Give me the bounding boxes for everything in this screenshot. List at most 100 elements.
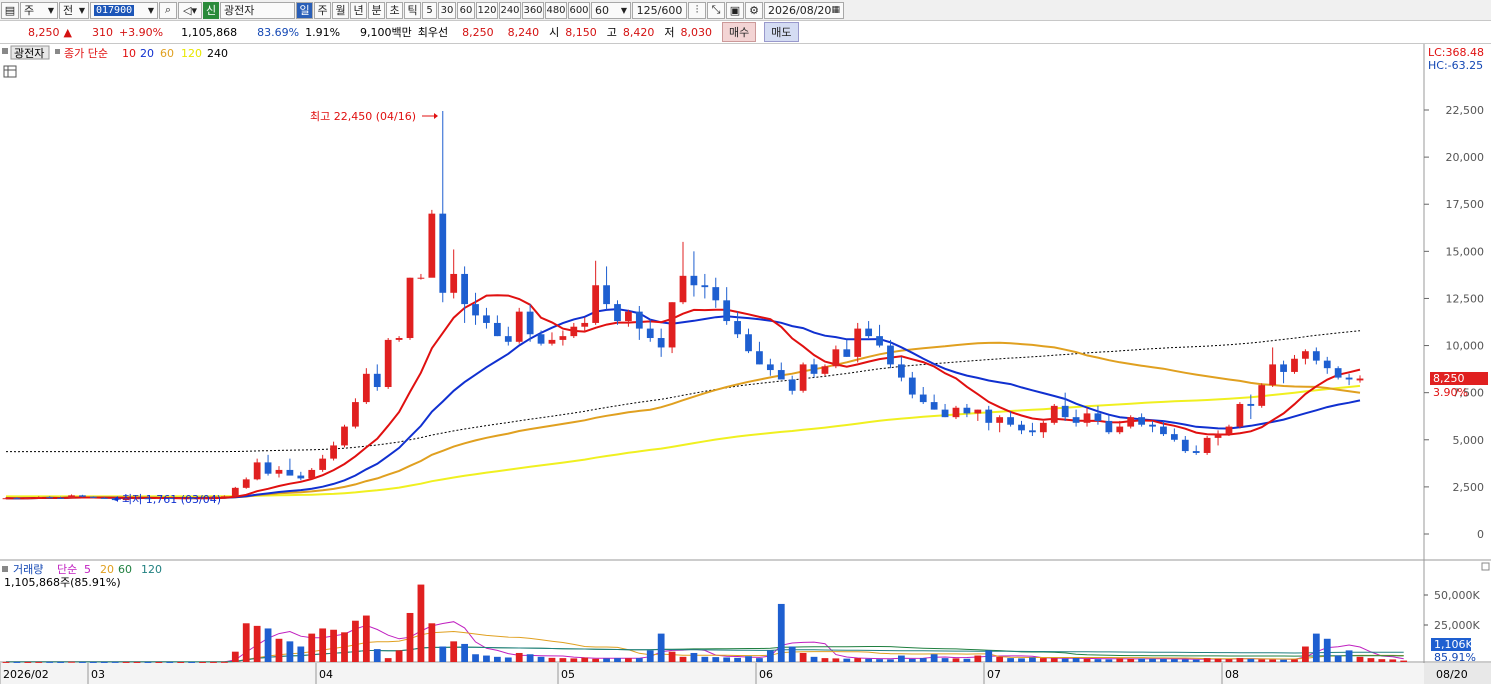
volume-bar: [898, 655, 905, 662]
current-price: 8,250: [28, 25, 60, 39]
interval-480-button[interactable]: 480: [545, 1, 567, 19]
volume-bar: [275, 638, 283, 662]
interval-240-button[interactable]: 240: [499, 1, 521, 19]
candle-body: [690, 275, 698, 286]
volume-title: 거래량: [13, 563, 43, 576]
candle-body: [417, 277, 425, 279]
candle-body: [854, 328, 862, 357]
volume-bar: [1247, 658, 1255, 662]
volume-bar: [690, 652, 698, 662]
candle-body: [1192, 451, 1200, 453]
volume-current-pct: 85.91%: [1434, 651, 1476, 664]
volume-bar: [712, 657, 720, 662]
candle-body: [428, 213, 436, 278]
volume-bar: [319, 628, 327, 662]
candle-body: [1160, 426, 1167, 435]
volume-bar: [908, 658, 916, 662]
volume-bar: [428, 623, 436, 662]
interval-5-button[interactable]: 5: [422, 1, 437, 19]
ma-legend-20: 20: [140, 47, 154, 60]
volume-bar: [100, 661, 108, 663]
chevron-down-icon: ▼: [147, 5, 154, 15]
period-tick-button[interactable]: 틱: [404, 1, 421, 19]
volume-bar: [177, 661, 185, 663]
volume-bar: [810, 656, 818, 662]
interval-360-button[interactable]: 360: [522, 1, 544, 19]
volume-bar: [1269, 659, 1277, 662]
chart-area[interactable]: 광전자 종가 단순 10 20 60 120 240 LC:368.48 HC:…: [0, 44, 1491, 684]
volume-bar: [788, 646, 796, 662]
period-week-button[interactable]: 주: [314, 1, 331, 19]
current-price-pct: 3.90%: [1433, 386, 1468, 399]
candle-body: [1291, 358, 1298, 372]
prev-select[interactable]: 전 ▼: [59, 1, 89, 19]
volume-bar: [133, 661, 141, 663]
high-value: 8,420: [622, 25, 655, 39]
price-ytick-label: 15,000: [1446, 245, 1485, 258]
interval-120-button[interactable]: 120: [476, 1, 498, 19]
candle-body: [1116, 426, 1124, 433]
period-second-button[interactable]: 초: [386, 1, 403, 19]
panel-maximize-icon[interactable]: [1481, 562, 1490, 571]
volume-bar: [865, 658, 873, 662]
volume-handle-icon[interactable]: [2, 566, 8, 572]
volume-bar: [1323, 638, 1331, 662]
quote-bar: 8,250 ▲ 310 +3.90% 1,105,868 83.69% 1.91…: [0, 21, 1491, 44]
period-month-button[interactable]: 월: [332, 1, 349, 19]
panel-handle-icon[interactable]: [2, 48, 8, 54]
trendline-icon[interactable]: ⤡: [707, 1, 725, 19]
volume-bar: [1029, 657, 1036, 662]
candle-body: [1138, 417, 1145, 425]
volume-bar: [1367, 658, 1375, 662]
code-input[interactable]: 017900 ▼: [90, 1, 158, 19]
volume-bar: [646, 650, 654, 662]
search-icon[interactable]: ⌕: [159, 1, 177, 19]
volume-bar: [1127, 658, 1135, 662]
volume-bar: [483, 655, 490, 662]
change-percent: +3.90%: [118, 25, 164, 39]
period-minute-button[interactable]: 분: [368, 1, 385, 19]
period-year-button[interactable]: 년: [350, 1, 367, 19]
volume-bar: [35, 661, 43, 663]
save-icon[interactable]: ▣: [726, 1, 744, 19]
interval-30-button[interactable]: 30: [438, 1, 456, 19]
ma-legend-240: 240: [207, 47, 228, 60]
candle-body: [1029, 430, 1036, 433]
volume-bar: [450, 641, 458, 662]
volume-bar: [46, 661, 54, 663]
menu-icon[interactable]: ▤: [1, 1, 19, 19]
volume-bar: [362, 615, 370, 662]
best-ask: 8,250: [462, 25, 494, 39]
legend-handle-icon: [55, 49, 60, 54]
volume-bar: [570, 658, 578, 662]
table-view-icon[interactable]: [3, 65, 17, 78]
candle-body: [89, 496, 97, 498]
x-axis-label: 06: [759, 668, 773, 681]
period-day-button[interactable]: 일: [296, 1, 313, 19]
sell-button[interactable]: 매도: [764, 22, 799, 42]
volume-bar: [122, 661, 130, 663]
buy-button[interactable]: 매수: [722, 22, 757, 42]
price-name-tag: 광전자: [14, 47, 44, 60]
stock-name-field[interactable]: 광전자: [220, 1, 295, 19]
volume-bar: [941, 658, 949, 662]
calendar-icon: ▦: [831, 5, 840, 15]
price-volume-chart[interactable]: 광전자 종가 단순 10 20 60 120 240 LC:368.48 HC:…: [0, 44, 1491, 684]
count-field[interactable]: 125/600: [632, 1, 687, 19]
interval-60-button[interactable]: 60: [457, 1, 475, 19]
volume-bar: [1334, 655, 1342, 662]
candle-body: [1039, 422, 1047, 433]
price-ytick-label: 20,000: [1446, 151, 1485, 164]
price-ytick-label: 22,500: [1446, 104, 1485, 117]
interval-select[interactable]: 60 ▼: [591, 1, 631, 19]
volume-current-tag-value: 1,106K: [1434, 638, 1473, 651]
gear-icon[interactable]: ⚙: [745, 1, 763, 19]
date-field[interactable]: 2026/08/20 ▦: [764, 1, 844, 19]
sound-icon[interactable]: ◁▾: [178, 1, 202, 19]
volume-bar: [417, 584, 425, 662]
interval-600-button[interactable]: 600: [568, 1, 590, 19]
chart-type-icon[interactable]: ⫶: [688, 1, 706, 19]
candle-body: [581, 322, 589, 327]
market-select[interactable]: 주 ▼: [20, 1, 58, 19]
volume-bar: [1400, 660, 1408, 662]
